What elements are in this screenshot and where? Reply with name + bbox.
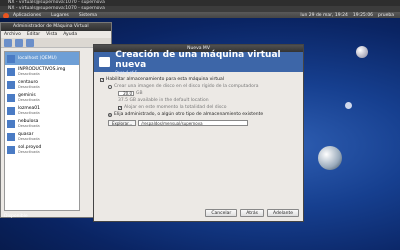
planet-decoration [356,46,368,58]
vmm-menu-ayuda[interactable]: Ayuda [63,31,77,38]
vm-list-item[interactable]: lozmea01 Desactivada [5,104,79,117]
vm-icon [7,132,15,141]
new-vm-dialog: Nueva MV Creación de una máquina virtual… [93,44,304,222]
vmm-menu-archivo[interactable]: Archivo [4,31,21,38]
vm-status: Desactivada [18,137,40,141]
vm-status: Desactivada [18,150,40,154]
forward-button[interactable]: Adelante [266,209,299,217]
planet-decoration [345,102,352,109]
vm-status: Desactivada [18,111,40,115]
vm-list-item[interactable]: sol.proyod Desactivada [5,143,79,156]
status-label: Disponible [4,214,28,219]
vm-status: Desactivada [18,72,40,76]
planet-decoration [318,146,342,170]
disk-size-unit: GB [136,91,143,96]
create-disk-label: Crear una imagen de disco en el disco rí… [114,84,259,89]
vm-list-item[interactable]: quasar Desactivada [5,130,79,143]
select-managed-radio[interactable] [108,112,112,117]
open-vm-icon[interactable] [15,39,23,47]
cancel-button[interactable]: Cancelar [205,209,238,217]
vm-icon [7,119,15,128]
vmm-menubar: Archivo Editar Vista Ayuda [1,31,111,38]
step-indicator: Paso 4 of 5 [115,69,138,75]
vm-status: Desactivada [18,85,40,89]
disk-size-row: 20.0 GB [100,90,297,97]
dialog-header: Creación de una máquina virtual nueva Pa… [94,49,303,75]
vm-list-item[interactable]: geminis Desactivada [5,91,79,104]
vmm-menu-editar[interactable]: Editar [27,31,40,38]
browse-button[interactable]: Explorar... [108,120,137,126]
vm-list-item[interactable]: nebulosa Desactivada [5,117,79,130]
run-vm-icon[interactable] [26,39,34,47]
vm-icon [7,145,15,154]
vmm-menu-vista[interactable]: Vista [46,31,57,38]
available-space-label: 37.5 GB available in the default locatio… [118,98,209,103]
monitor-icon [99,57,111,67]
vm-icon [7,67,15,76]
back-button[interactable]: Atrás [240,209,264,217]
select-managed-label: Elija administrado, o algún otro tipo de… [114,112,264,117]
new-vm-icon[interactable] [4,39,12,47]
enable-storage-row[interactable]: ✓ Habilitar almacenamiento para esta máq… [100,76,297,83]
allocate-label: Alojar en este momento la totalidad del … [124,105,227,110]
enable-storage-label: Habilitar almacenamiento para esta máqui… [106,77,224,82]
storage-path-row: Explorar... /respaldos/mensual/supernova [100,119,297,127]
select-managed-row[interactable]: Elija administrado, o algún otro tipo de… [100,111,297,118]
available-space-row: 37.5 GB available in the default locatio… [100,97,297,104]
allocate-checkbox[interactable]: ✓ [118,105,122,110]
storage-path-input[interactable]: /respaldos/mensual/supernova [138,120,249,126]
create-disk-row[interactable]: Crear una imagen de disco en el disco rí… [100,83,297,90]
host-icon [7,54,15,63]
vmm-title: Administrador de Máquina Virtual [1,23,111,31]
vm-status: Desactivada [18,124,40,128]
vm-name: localhost (QEMU) [18,56,57,61]
vm-icon [7,106,15,115]
enable-storage-checkbox[interactable]: ✓ [100,77,104,82]
dialog-heading: Creación de una máquina virtual nueva [115,49,281,70]
allocate-row[interactable]: ✓ Alojar en este momento la totalidad de… [100,104,297,111]
disk-size-spinner[interactable]: 20.0 [118,91,134,96]
vm-list: localhost (QEMU) INPRODUCTIVOS.img Desact… [4,51,80,211]
vm-list-item[interactable]: centauro Desactivada [5,78,79,91]
create-disk-radio[interactable] [108,84,112,89]
vm-icon [7,93,15,102]
vm-list-item[interactable]: localhost (QEMU) [5,52,79,65]
dialog-buttons: Cancelar Atrás Adelante [205,209,299,217]
vm-status: Desactivada [18,98,40,102]
vm-list-item[interactable]: INPRODUCTIVOS.img Desactivada [5,65,79,78]
vm-icon [7,80,15,89]
